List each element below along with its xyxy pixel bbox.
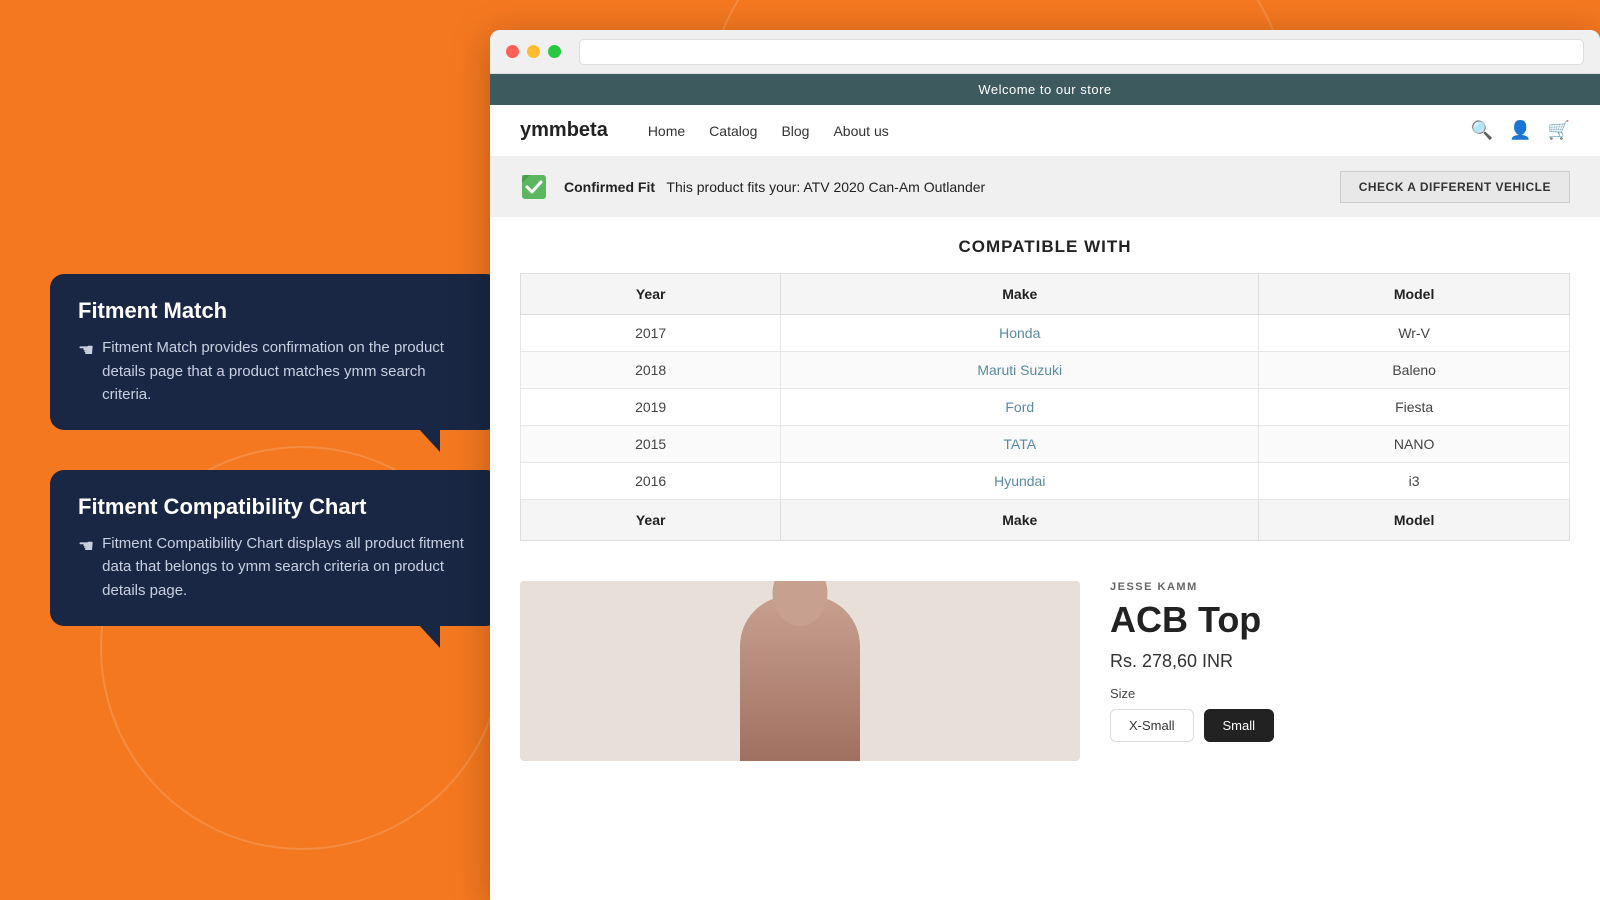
size-label: Size	[1110, 686, 1570, 701]
cart-icon[interactable]: 🛒	[1548, 120, 1570, 141]
product-section: JESSE KAMM ACB Top Rs. 278,60 INR Size X…	[490, 561, 1600, 781]
col-make-header: Make	[781, 274, 1259, 315]
store-nav: ymmbeta Home Catalog Blog About us 🔍 👤 🛒	[490, 105, 1600, 157]
fitment-match-description: Fitment Match provides confirmation on t…	[78, 336, 472, 406]
cell-make: Ford	[781, 389, 1259, 426]
confirmed-fit-label: Confirmed Fit	[564, 179, 655, 195]
nav-links: Home Catalog Blog About us	[648, 123, 1441, 139]
store-logo: ymmbeta	[520, 119, 608, 142]
cell-model: Baleno	[1259, 352, 1570, 389]
cell-make: Honda	[781, 315, 1259, 352]
cell-model: i3	[1259, 463, 1570, 500]
browser-window: Welcome to our store ymmbeta Home Catalo…	[490, 30, 1600, 900]
cell-year: 2017	[521, 315, 781, 352]
col-make-footer: Make	[781, 500, 1259, 541]
table-footer-row: Year Make Model	[521, 500, 1570, 541]
fitment-match-title: Fitment Match	[78, 298, 472, 324]
fitment-bar: Confirmed Fit This product fits your: AT…	[490, 157, 1600, 217]
cell-make: Maruti Suzuki	[781, 352, 1259, 389]
nav-catalog[interactable]: Catalog	[709, 123, 757, 139]
account-icon[interactable]: 👤	[1509, 120, 1531, 141]
nav-about[interactable]: About us	[833, 123, 888, 139]
cell-model: Wr-V	[1259, 315, 1570, 352]
check-vehicle-button[interactable]: CHECK A DIFFERENT VEHICLE	[1340, 171, 1570, 203]
size-button[interactable]: Small	[1204, 709, 1275, 742]
cell-model: NANO	[1259, 426, 1570, 463]
url-bar[interactable]	[579, 39, 1584, 65]
cell-model: Fiesta	[1259, 389, 1570, 426]
fitment-compat-card: Fitment Compatibility Chart Fitment Comp…	[50, 470, 500, 626]
fitment-compat-description: Fitment Compatibility Chart displays all…	[78, 532, 472, 602]
cell-make: TATA	[781, 426, 1259, 463]
compat-table: Year Make Model 2017HondaWr-V2018Maruti …	[520, 273, 1570, 541]
product-info: JESSE KAMM ACB Top Rs. 278,60 INR Size X…	[1110, 581, 1570, 761]
compat-title: COMPATIBLE WITH	[520, 237, 1570, 257]
fitment-description: This product fits your: ATV 2020 Can-Am …	[666, 179, 985, 195]
nav-home[interactable]: Home	[648, 123, 685, 139]
store-banner: Welcome to our store	[490, 74, 1600, 105]
store-content: Confirmed Fit This product fits your: AT…	[490, 157, 1600, 891]
col-model-footer: Model	[1259, 500, 1570, 541]
table-row: 2016Hyundaii3	[521, 463, 1570, 500]
browser-chrome	[490, 30, 1600, 74]
cell-make: Hyundai	[781, 463, 1259, 500]
cell-year: 2018	[521, 352, 781, 389]
col-year-footer: Year	[521, 500, 781, 541]
maximize-button-dot[interactable]	[548, 45, 561, 58]
product-image	[520, 581, 1080, 761]
person-image	[740, 596, 860, 761]
minimize-button-dot[interactable]	[527, 45, 540, 58]
fitment-match-card: Fitment Match Fitment Match provides con…	[50, 274, 500, 430]
product-name: ACB Top	[1110, 599, 1570, 641]
compat-section: COMPATIBLE WITH Year Make Model 2017Hond…	[490, 217, 1600, 561]
search-icon[interactable]: 🔍	[1471, 120, 1493, 141]
col-model-header: Model	[1259, 274, 1570, 315]
banner-text: Welcome to our store	[978, 82, 1111, 97]
fitment-text: Confirmed Fit This product fits your: AT…	[564, 179, 985, 195]
nav-icons: 🔍 👤 🛒	[1471, 120, 1570, 141]
cell-year: 2019	[521, 389, 781, 426]
table-row: 2018Maruti SuzukiBaleno	[521, 352, 1570, 389]
left-panel: Fitment Match Fitment Match provides con…	[30, 0, 520, 900]
nav-blog[interactable]: Blog	[781, 123, 809, 139]
table-row: 2019FordFiesta	[521, 389, 1570, 426]
table-header-row: Year Make Model	[521, 274, 1570, 315]
size-options: X-Small Small	[1110, 709, 1570, 742]
size-button[interactable]: X-Small	[1110, 709, 1194, 742]
table-row: 2015TATANANO	[521, 426, 1570, 463]
product-price: Rs. 278,60 INR	[1110, 651, 1570, 672]
product-brand: JESSE KAMM	[1110, 581, 1570, 593]
cell-year: 2016	[521, 463, 781, 500]
table-row: 2017HondaWr-V	[521, 315, 1570, 352]
fitment-compat-title: Fitment Compatibility Chart	[78, 494, 472, 520]
close-button-dot[interactable]	[506, 45, 519, 58]
cell-year: 2015	[521, 426, 781, 463]
confirmed-fit-icon	[520, 173, 548, 201]
col-year-header: Year	[521, 274, 781, 315]
